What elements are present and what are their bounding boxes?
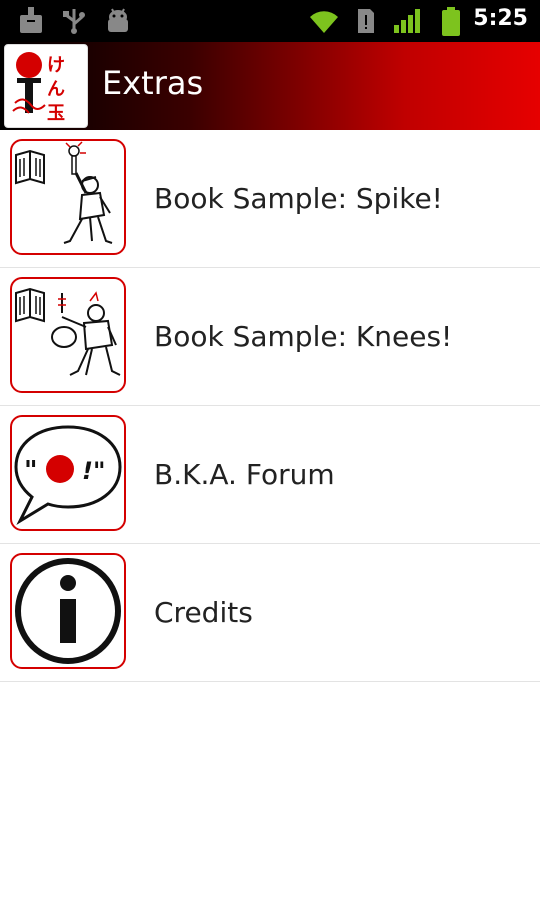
android-debug-icon [108, 8, 128, 32]
svg-text:玉: 玉 [47, 103, 65, 124]
svg-text:!": !" [82, 457, 105, 485]
list-item-book-sample-spike[interactable]: Book Sample: Spike! [0, 130, 540, 268]
kendama-logo-icon: け ん 玉 [12, 52, 65, 124]
status-time: 5:25 [473, 6, 528, 31]
book-spike-icon [15, 141, 113, 244]
info-icon [15, 558, 121, 664]
forum-thumbnail: " !" [10, 415, 126, 531]
kendama-app-logo[interactable]: け ん 玉 [4, 44, 88, 128]
usb-icon [63, 9, 85, 34]
svg-text:け: け [47, 55, 65, 76]
wifi-icon [310, 11, 338, 33]
list-item-bka-forum[interactable]: " !" B.K.A. Forum [0, 406, 540, 544]
download-icon [20, 7, 42, 33]
list-item-credits[interactable]: Credits [0, 544, 540, 682]
sim-icon [358, 9, 374, 33]
title-bar: け ん 玉 Extras [0, 42, 540, 130]
list-item-label: Book Sample: Spike! [154, 182, 443, 215]
svg-text:ん: ん [47, 79, 65, 100]
book-spike-thumbnail [10, 139, 126, 255]
list-item-label: B.K.A. Forum [154, 458, 335, 491]
list-item-label: Credits [154, 596, 253, 629]
extras-list: Book Sample: Spike! Book Sample: Knees! … [0, 130, 540, 682]
forum-speech-bubble-icon: " !" [14, 425, 122, 525]
book-knees-icon [15, 287, 121, 376]
page-title: Extras [102, 64, 204, 102]
status-bar: 5:25 [0, 0, 540, 42]
book-knees-thumbnail [10, 277, 126, 393]
credits-thumbnail [10, 553, 126, 669]
list-item-book-sample-knees[interactable]: Book Sample: Knees! [0, 268, 540, 406]
battery-icon [442, 7, 460, 36]
signal-icon [394, 9, 420, 33]
svg-text:": " [24, 456, 38, 486]
list-item-label: Book Sample: Knees! [154, 320, 453, 353]
